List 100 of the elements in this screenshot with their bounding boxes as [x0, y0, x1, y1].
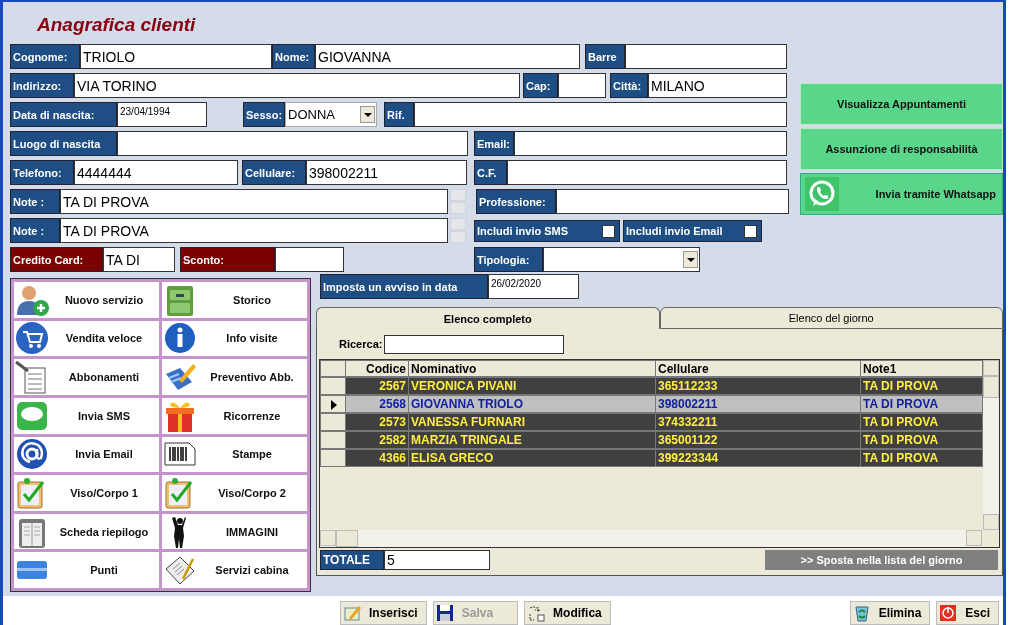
column-header[interactable]: Nominativo: [409, 360, 656, 377]
cart-icon: [15, 321, 49, 356]
action-button[interactable]: Assunzione di responsabilità: [800, 128, 1003, 170]
text-field[interactable]: [414, 102, 787, 127]
field-label: Cellulare:: [242, 160, 306, 185]
field-label: Tipologia:: [474, 247, 543, 272]
field-label: Sesso:: [243, 102, 285, 127]
menu-button[interactable]: Abbonamenti: [14, 359, 159, 395]
toolbar-button[interactable]: Elimina: [849, 601, 931, 625]
field-label: Rif.: [384, 102, 414, 127]
text-field[interactable]: [117, 131, 468, 156]
table-row[interactable]: 2582 MARZIA TRINGALE 365001122 TA DI PROVA: [320, 431, 983, 449]
tab[interactable]: Elenco del giorno: [659, 307, 1003, 329]
menu-button[interactable]: Vendita veloce: [14, 320, 159, 357]
field-label: TOTALE: [320, 550, 384, 570]
text-field[interactable]: [558, 73, 606, 98]
table-cell: 374332211: [656, 413, 861, 431]
text-field[interactable]: TRIOLO: [80, 44, 272, 69]
menu-button[interactable]: Invia SMS: [14, 397, 159, 434]
table-cell: 2582: [346, 431, 409, 449]
table-cell: GIOVANNA TRIOLO: [409, 395, 656, 413]
table-cell: 365001122: [656, 431, 861, 449]
date-field[interactable]: 26/02/2020: [488, 274, 579, 299]
menu-button[interactable]: Ricorrenze: [162, 397, 307, 434]
table-cell: 2567: [346, 377, 409, 395]
table-row[interactable]: 2567 VERONICA PIVANI 365112233 TA DI PROVA: [320, 377, 983, 395]
menu-button[interactable]: Scheda riepilogo: [14, 513, 159, 550]
column-header[interactable]: Note1: [861, 360, 983, 377]
text-field[interactable]: [514, 131, 787, 156]
caret-icon: [683, 251, 698, 268]
field-label: Sconto:: [180, 247, 275, 272]
menu-button[interactable]: Info visite: [162, 320, 307, 357]
field-label: Note :: [10, 189, 60, 214]
text-field[interactable]: [625, 44, 787, 69]
table-cell: 2568: [346, 395, 409, 413]
document-pen-icon: [15, 360, 49, 395]
table-row[interactable]: 4366 ELISA GRECO 399223344 TA DI PROVA: [320, 449, 983, 467]
menu-button[interactable]: Punti: [14, 552, 159, 588]
menu-button[interactable]: Preventivo Abb.: [162, 359, 307, 395]
menu-button[interactable]: Servizi cabina: [162, 552, 307, 588]
floppy-icon: [435, 604, 454, 622]
action-button[interactable]: Visualizza Appuntamenti: [800, 83, 1003, 125]
checkbox[interactable]: [744, 224, 757, 238]
table-cell: TA DI PROVA: [861, 413, 983, 431]
toolbar-button[interactable]: Esci: [936, 601, 999, 625]
toolbar-button[interactable]: Inserisci: [340, 601, 427, 625]
horizontal-scrollbar[interactable]: [320, 530, 999, 547]
move-button[interactable]: >> Sposta nella lista del giorno: [765, 550, 998, 570]
caret-icon: [360, 106, 375, 123]
field-label: Email:: [474, 131, 514, 156]
menu-button[interactable]: Stampe: [162, 436, 307, 473]
column-header[interactable]: Cellulare: [656, 360, 861, 377]
menu-button[interactable]: Viso/Corpo 2: [162, 475, 307, 511]
field-label: Cap:: [523, 73, 558, 98]
dropdown[interactable]: [543, 247, 700, 272]
table-cell: TA DI PROVA: [861, 449, 983, 467]
text-field[interactable]: TA DI PROVA: [60, 218, 448, 243]
tab[interactable]: Elenco completo: [316, 307, 660, 329]
menu-button[interactable]: Viso/Corpo 1: [14, 475, 159, 511]
table-cell: 365112233: [656, 377, 861, 395]
power-icon: [939, 604, 958, 622]
chat-phone-icon: [805, 177, 839, 211]
vertical-scrollbar[interactable]: [983, 360, 999, 530]
action-button[interactable]: Invia tramite Whatsapp: [800, 173, 1003, 215]
search-field[interactable]: [384, 334, 565, 354]
dropdown[interactable]: DONNA: [285, 102, 377, 127]
at-sign-icon: [15, 437, 49, 472]
text-field[interactable]: [556, 189, 789, 214]
recycle-bin-icon: [852, 604, 871, 622]
text-field[interactable]: GIOVANNA: [315, 44, 580, 69]
search-label: Ricerca:: [339, 338, 383, 350]
checkbox[interactable]: [602, 224, 615, 238]
table-cell: VANESSA FURNARI: [409, 413, 656, 431]
text-field[interactable]: 23/04/1994: [117, 102, 207, 127]
table-cell: 2573: [346, 413, 409, 431]
field-label: Indirizzo:: [10, 73, 74, 98]
field-label: Luogo di nascita: [10, 131, 117, 156]
field-label: Telefono:: [10, 160, 74, 185]
text-field[interactable]: VIA TORINO: [74, 73, 520, 98]
row-header: [320, 413, 346, 431]
menu-button[interactable]: IMMAGINI: [162, 513, 307, 550]
row-header: [320, 431, 346, 449]
toolbar-button[interactable]: Modifica: [524, 601, 611, 625]
text-field[interactable]: TA DI PROVA: [60, 189, 448, 214]
field-label: Nome:: [272, 44, 315, 69]
menu-button[interactable]: Storico: [162, 282, 307, 318]
text-field[interactable]: [507, 160, 787, 185]
menu-button[interactable]: Invia Email: [14, 436, 159, 473]
table-row[interactable]: 2573 VANESSA FURNARI 374332211 TA DI PROVA: [320, 413, 983, 431]
menu-button[interactable]: Nuovo servizio: [14, 282, 159, 318]
table-cell: TA DI PROVA: [861, 395, 983, 413]
text-field[interactable]: 4444444: [74, 160, 238, 185]
text-field[interactable]: MILANO: [648, 73, 787, 98]
text-field[interactable]: 398002211: [306, 160, 467, 185]
checkbox-label: Includi invio Email: [626, 225, 723, 237]
info-icon: [163, 321, 197, 356]
text-field[interactable]: TA DI: [103, 247, 175, 272]
text-field[interactable]: [275, 247, 344, 272]
column-header[interactable]: Codice: [346, 360, 409, 377]
table-cell: TA DI PROVA: [861, 431, 983, 449]
